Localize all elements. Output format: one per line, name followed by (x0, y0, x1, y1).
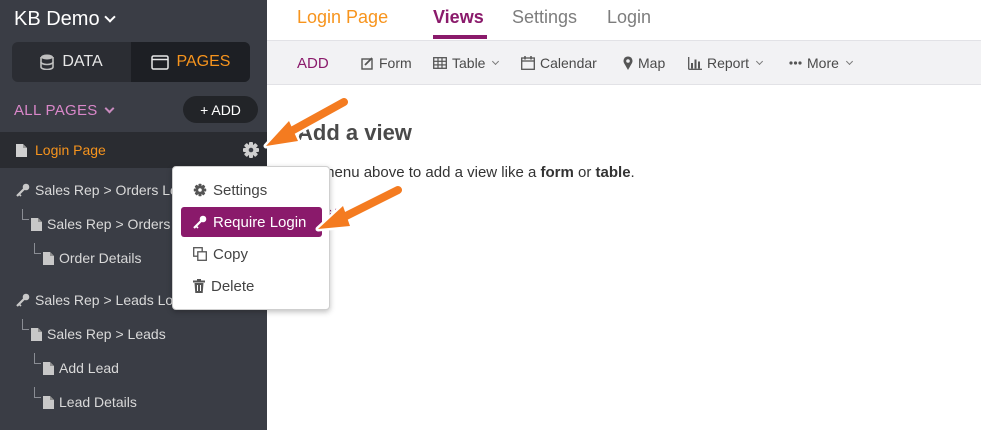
tree-connector (22, 319, 29, 330)
menu-item-label: Settings (213, 181, 268, 199)
table-label: Table (452, 55, 486, 71)
table-icon (433, 57, 447, 69)
menu-item-label: Require Login (213, 213, 307, 231)
map-label: Map (638, 55, 666, 71)
table-button[interactable]: Table (433, 53, 500, 73)
doc-icon (43, 251, 54, 265)
app-title-label: KB Demo (14, 7, 100, 30)
sidebar-item-order-details[interactable]: Order Details (43, 247, 141, 269)
instructions-bold-form: form (540, 164, 574, 181)
chevron-down-icon (103, 11, 116, 23)
sidebar-item-label: Sales Rep > Orders (47, 216, 171, 232)
doc-icon (43, 395, 54, 409)
more-label: More (807, 55, 839, 71)
sidebar-item-lead-details[interactable]: Lead Details (43, 391, 137, 413)
form-button[interactable]: Form (361, 53, 412, 73)
bar-chart-icon (688, 56, 702, 70)
instructions-text: or (573, 164, 596, 181)
instructions-text: . (630, 164, 635, 181)
calendar-icon (521, 56, 535, 70)
sidebar-item-login-page[interactable]: Login Page (0, 132, 267, 168)
sidebar-item-orders-login[interactable]: Sales Rep > Orders Login (16, 179, 196, 201)
gear-icon[interactable] (242, 141, 260, 159)
sidebar-item-label: Add Lead (59, 360, 119, 376)
menu-item-label: Delete (211, 277, 255, 295)
add-view-heading: Add a view (297, 120, 412, 145)
all-pages-label: ALL PAGES (14, 101, 98, 119)
form-label: Form (379, 55, 412, 71)
views-toolbar: ADD Form Table Calendar Map Report More (267, 40, 981, 85)
edit-icon (361, 56, 373, 70)
copy-icon (193, 247, 207, 261)
doc-icon (16, 143, 27, 157)
tab-login[interactable]: Login (607, 7, 651, 31)
sidebar-item-label: Lead Details (59, 394, 137, 410)
menu-item-copy[interactable]: Copy (181, 239, 322, 269)
menu-item-settings[interactable]: Settings (181, 175, 322, 205)
chevron-down-icon (492, 57, 500, 66)
calendar-button[interactable]: Calendar (521, 53, 597, 73)
report-button[interactable]: Report (688, 53, 764, 73)
sidebar-item-label: Sales Rep > Leads Login (35, 292, 192, 308)
add-view-instructions: the menu above to add a view like a form… (297, 164, 635, 181)
app-title[interactable]: KB Demo (14, 6, 116, 32)
report-label: Report (707, 55, 750, 71)
instructions-bold-table: table (595, 164, 631, 181)
external-link-icon (335, 206, 346, 218)
sidebar-item-leads[interactable]: Sales Rep > Leads (31, 323, 166, 345)
active-tab-underline (433, 35, 487, 39)
database-icon (40, 54, 55, 70)
sidebar-item-label: Login Page (35, 142, 106, 158)
tab-settings[interactable]: Settings (512, 7, 577, 31)
sidebar-item-label: Sales Rep > Leads (47, 326, 166, 342)
data-toggle-button[interactable]: DATA (12, 42, 131, 82)
data-toggle-label: DATA (62, 53, 103, 70)
map-marker-icon (623, 56, 633, 70)
menu-item-require-login[interactable]: Require Login (181, 207, 322, 237)
tree-connector (34, 243, 41, 254)
sidebar-item-label: Order Details (59, 250, 142, 266)
key-icon (193, 215, 207, 229)
chevron-down-icon (755, 57, 764, 66)
ellipsis-icon (789, 61, 802, 65)
tab-views[interactable]: Views (433, 7, 484, 31)
chevron-down-icon (845, 57, 853, 66)
pages-toggle-button[interactable]: PAGES (131, 42, 250, 82)
sidebar-item-add-lead[interactable]: Add Lead (43, 357, 119, 379)
more-button[interactable]: More (789, 53, 853, 73)
add-view-label: ADD (297, 54, 329, 72)
doc-icon (43, 361, 54, 375)
key-icon (16, 183, 30, 197)
tree-connector (34, 387, 41, 398)
gear-icon (193, 183, 207, 197)
sidebar-item-orders[interactable]: Sales Rep > Orders (31, 213, 170, 235)
page-header: Login Page Views Settings Login (267, 0, 981, 40)
tree-connector (22, 209, 29, 220)
page-context-menu: Settings Require Login Copy Delete (172, 166, 330, 310)
menu-item-label: Copy (213, 245, 249, 263)
doc-icon (31, 327, 42, 341)
all-pages-dropdown[interactable]: ALL PAGES (14, 100, 115, 120)
doc-icon (31, 217, 42, 231)
sidebar-item-leads-login[interactable]: Sales Rep > Leads Login (16, 289, 192, 311)
instructions-text: the menu above to add a view like a (297, 164, 541, 181)
menu-item-delete[interactable]: Delete (181, 271, 322, 301)
chevron-down-icon (104, 103, 115, 113)
key-icon (16, 293, 30, 307)
add-page-button[interactable]: + ADD (183, 96, 258, 123)
page-title: Login Page (297, 7, 389, 27)
pages-toggle-label: PAGES (176, 53, 231, 70)
tree-connector (34, 353, 41, 364)
trash-icon (193, 279, 205, 293)
data-pages-toggle: DATA PAGES (12, 42, 250, 82)
map-button[interactable]: Map (623, 53, 665, 73)
calendar-label: Calendar (540, 55, 597, 71)
window-icon (150, 54, 169, 70)
